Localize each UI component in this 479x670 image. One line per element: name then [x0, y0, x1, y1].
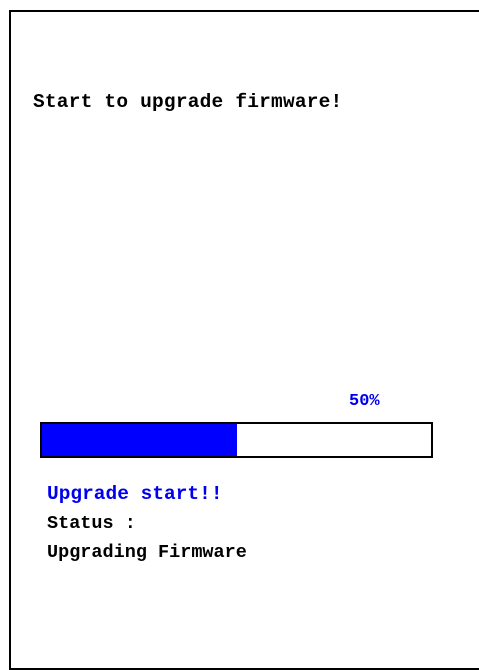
- upgrade-message: Upgrade start!!: [47, 483, 223, 505]
- status-label: Status :: [47, 513, 136, 534]
- progress-bar: [40, 422, 433, 458]
- status-value: Upgrading Firmware: [47, 542, 247, 563]
- progress-percent: 50%: [349, 392, 380, 411]
- progress-bar-fill: [42, 424, 237, 456]
- page-title: Start to upgrade firmware!: [33, 91, 343, 113]
